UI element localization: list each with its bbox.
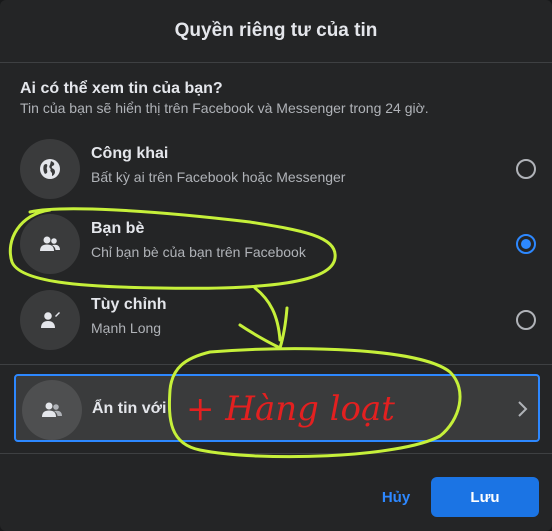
dialog-title: Quyền riêng tư của tin xyxy=(174,20,378,41)
custom-user-icon xyxy=(20,290,80,350)
chevron-right-icon xyxy=(516,400,528,423)
option-subtitle: Chỉ bạn bè của bạn trên Facebook xyxy=(91,244,306,260)
cancel-button[interactable]: Hủy xyxy=(368,478,424,516)
header-divider xyxy=(0,62,552,63)
privacy-hint: Tin của bạn sẽ hiển thị trên Facebook và… xyxy=(20,100,429,116)
option-subtitle: Mạnh Long xyxy=(91,320,162,336)
save-button[interactable]: Lưu xyxy=(431,477,539,517)
radio-custom[interactable] xyxy=(516,310,536,330)
privacy-question: Ai có thể xem tin của bạn? xyxy=(20,80,223,97)
option-title: Bạn bè xyxy=(91,220,145,237)
radio-friends[interactable] xyxy=(516,234,536,254)
story-privacy-dialog: Quyền riêng tư của tin Ai có thể xem tin… xyxy=(0,0,552,531)
option-public[interactable]: Công khai Bất kỳ ai trên Facebook hoặc M… xyxy=(10,133,542,205)
option-subtitle: Bất kỳ ai trên Facebook hoặc Messenger xyxy=(91,169,346,185)
option-custom[interactable]: Tùy chỉnh Mạnh Long xyxy=(10,284,542,356)
hide-story-from-row[interactable]: Ẩn tin với xyxy=(14,374,540,442)
radio-public[interactable] xyxy=(516,159,536,179)
option-title: Công khai xyxy=(91,145,169,162)
globe-icon xyxy=(20,139,80,199)
footer-divider xyxy=(0,453,552,454)
options-divider xyxy=(0,364,552,365)
hide-row-label: Ẩn tin với xyxy=(92,400,167,417)
option-title: Tùy chỉnh xyxy=(91,296,167,313)
option-friends[interactable]: Bạn bè Chỉ bạn bè của bạn trên Facebook xyxy=(10,208,542,280)
friends-icon xyxy=(20,214,80,274)
hide-user-icon xyxy=(22,380,82,440)
